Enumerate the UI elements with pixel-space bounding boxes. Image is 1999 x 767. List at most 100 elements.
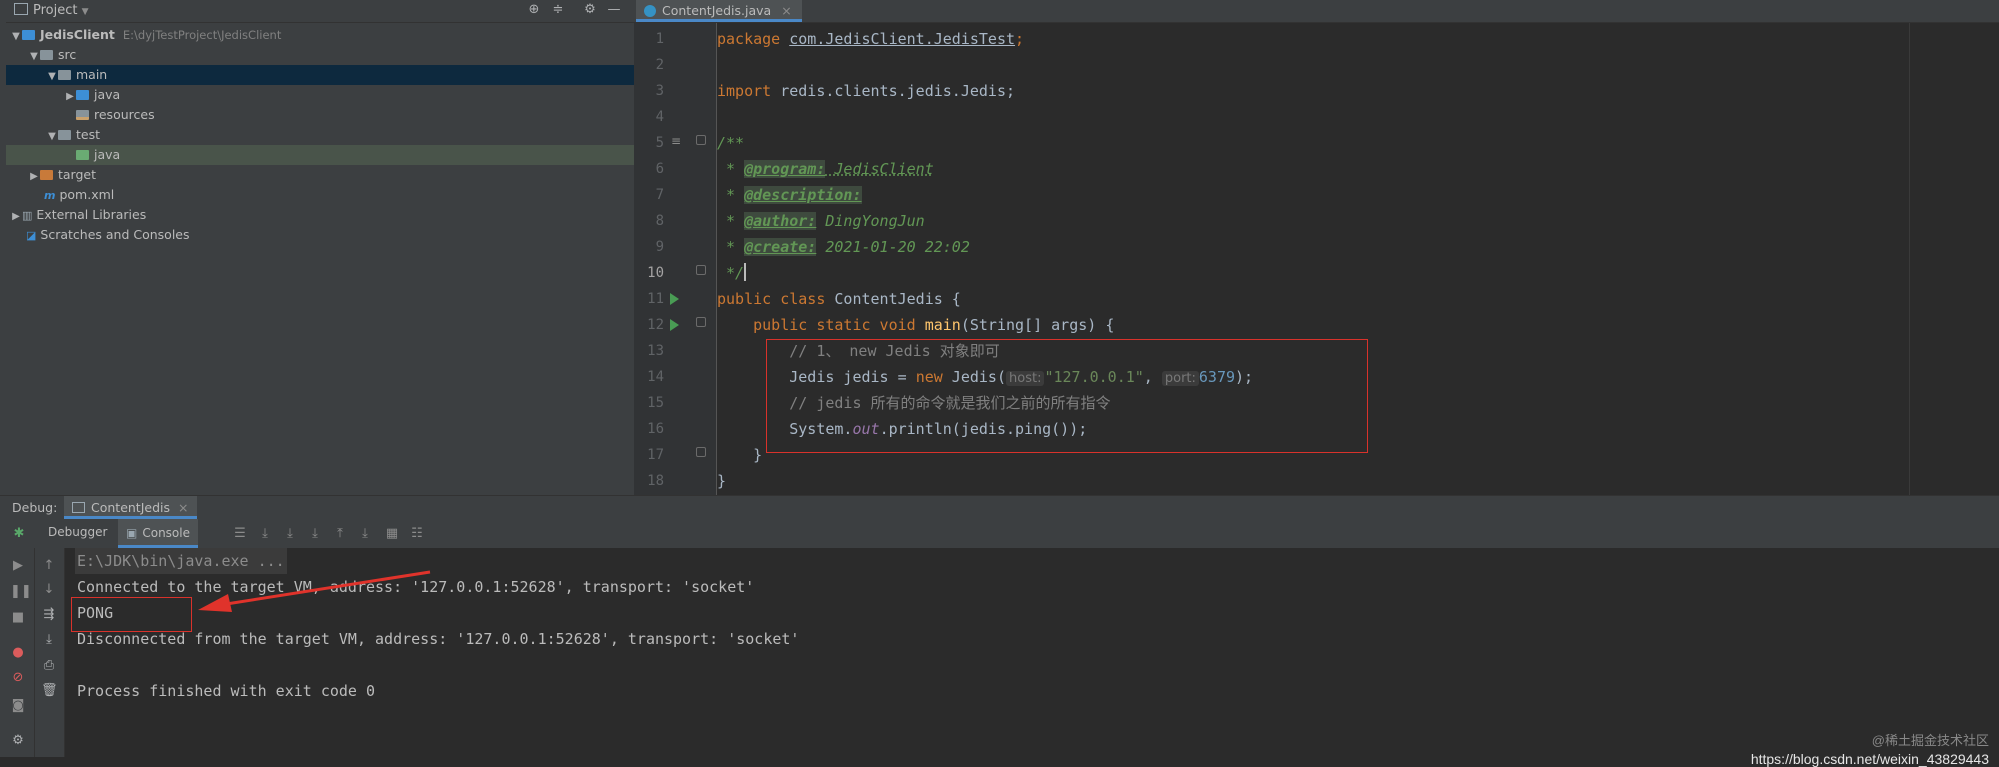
editor-tab-bar: ContentJedis.java × bbox=[634, 0, 1999, 23]
code-line-1: package com.JedisClient.JedisTest; bbox=[717, 30, 1025, 48]
camera-icon[interactable]: ◙ bbox=[10, 698, 26, 714]
line-number: 10 bbox=[647, 265, 664, 281]
code-line-10: */ bbox=[717, 263, 747, 282]
evaluate-expression-icon[interactable]: ▦ bbox=[384, 526, 400, 542]
locate-icon[interactable]: ⊕ bbox=[526, 2, 542, 18]
source-folder-icon bbox=[76, 90, 89, 100]
line-number: 5 bbox=[655, 135, 664, 151]
close-icon[interactable]: × bbox=[178, 500, 188, 515]
soft-wrap-icon[interactable]: ⇶ bbox=[41, 607, 57, 623]
editor-tab-contentjedis[interactable]: ContentJedis.java × bbox=[636, 0, 802, 22]
project-panel-title[interactable]: Project ▼ bbox=[14, 3, 89, 18]
code-line-18: } bbox=[717, 472, 727, 490]
folder-icon bbox=[58, 70, 71, 80]
resources-folder-icon bbox=[76, 110, 89, 120]
code-line-17: } bbox=[753, 446, 763, 464]
collapse-all-icon[interactable]: ≑ bbox=[550, 2, 566, 18]
maven-file-icon: m bbox=[44, 189, 56, 202]
expand-icon: ▼ bbox=[30, 51, 38, 62]
expand-icon: ▼ bbox=[48, 131, 56, 142]
line-number: 6 bbox=[655, 161, 664, 177]
code-line-7: * @description: bbox=[717, 186, 862, 204]
line-number: 2 bbox=[655, 57, 664, 73]
annotation-arrow bbox=[198, 570, 431, 612]
line-number: 4 bbox=[655, 109, 664, 125]
debug-header: Debug: ContentJedis × bbox=[0, 495, 1999, 520]
javadoc-render-icon[interactable]: ≡ bbox=[671, 134, 681, 148]
tree-item-resources[interactable]: resources bbox=[6, 105, 704, 125]
line-number: 18 bbox=[647, 473, 664, 489]
watermark: @稀土掘金技术社区 https://blog.csdn.net/weixin_4… bbox=[1750, 733, 1989, 767]
fold-icon[interactable] bbox=[696, 265, 706, 275]
tree-item-external-libraries[interactable]: ▶ ▥ External Libraries bbox=[6, 205, 638, 225]
line-number: 17 bbox=[647, 447, 664, 463]
gear-icon[interactable]: ⚙ bbox=[582, 2, 598, 18]
step-out-icon[interactable]: ⤒ bbox=[332, 526, 348, 542]
tab-debugger[interactable]: Debugger bbox=[48, 525, 107, 539]
project-panel: Project ▼ ⊕ ≑ ⚙ — ▼ JedisClient E:\dyjTest… bbox=[6, 0, 704, 495]
tree-item-test-java[interactable]: java bbox=[6, 145, 704, 165]
console-action-strip: ↑ ↓ ⇶ ⤓ ⎙ 🗑 bbox=[35, 548, 65, 757]
run-to-cursor-icon[interactable]: ⤓ bbox=[357, 526, 373, 542]
down-arrow-icon[interactable]: ↓ bbox=[41, 582, 57, 598]
run-main-icon[interactable] bbox=[670, 319, 679, 331]
line-number: 13 bbox=[647, 343, 664, 359]
console-line: Process finished with exit code 0 bbox=[77, 682, 376, 700]
trash-icon[interactable]: 🗑 bbox=[41, 683, 58, 699]
minimize-icon[interactable]: — bbox=[606, 2, 622, 18]
stop-icon[interactable]: ■ bbox=[10, 610, 26, 626]
code-line-12: public static void main(String[] args) { bbox=[753, 316, 1115, 334]
scroll-to-end-icon[interactable]: ⤓ bbox=[41, 632, 57, 648]
tree-item-test[interactable]: ▼ test bbox=[6, 125, 674, 145]
tree-item-module[interactable]: ▼ JedisClient E:\dyjTestProject\JedisClien… bbox=[6, 25, 638, 45]
mute-breakpoints-icon[interactable]: ⊘ bbox=[10, 670, 26, 686]
close-icon[interactable]: × bbox=[781, 3, 791, 18]
library-icon: ▥ bbox=[22, 209, 33, 222]
line-number: 11 bbox=[647, 291, 664, 307]
step-into-icon[interactable]: ⤓ bbox=[282, 526, 298, 542]
annotation-arrow-head bbox=[198, 594, 232, 612]
right-margin-guide bbox=[1909, 23, 1910, 495]
scratches-icon: ◪ bbox=[26, 229, 37, 242]
fold-icon[interactable] bbox=[696, 135, 706, 145]
java-class-icon bbox=[72, 502, 85, 513]
tree-item-main[interactable]: ▼ main bbox=[6, 65, 674, 85]
editor-gutter: 1 2 3 4 5 6 7 8 9 10 11 12 13 14 15 16 1… bbox=[634, 23, 717, 495]
code-line-9: * @create: 2021-01-20 22:02 bbox=[717, 238, 970, 256]
view-breakpoints-icon[interactable]: ● bbox=[10, 645, 26, 661]
step-over-icon[interactable]: ⤓ bbox=[257, 526, 273, 542]
annotation-arrow-shaft bbox=[219, 570, 431, 607]
gear-icon[interactable]: ⚙ bbox=[10, 733, 26, 749]
pong-highlight-box bbox=[71, 597, 192, 632]
up-arrow-icon[interactable]: ↑ bbox=[41, 558, 57, 574]
line-number: 1 bbox=[655, 31, 664, 47]
debug-session-tab[interactable]: ContentJedis × bbox=[64, 496, 197, 519]
collapsed-icon: ▶ bbox=[30, 171, 38, 182]
tree-item-src[interactable]: ▼ src bbox=[6, 45, 656, 65]
resume-icon[interactable]: ❚❚ bbox=[10, 584, 32, 600]
code-line-5: /** bbox=[717, 134, 745, 152]
force-step-into-icon[interactable]: ⤓ bbox=[307, 526, 323, 542]
project-panel-header: Project ▼ ⊕ ≑ ⚙ — bbox=[6, 0, 634, 23]
tree-item-pom[interactable]: m pom.xml bbox=[6, 185, 672, 205]
trace-icon[interactable]: ☷ bbox=[409, 526, 425, 542]
line-number: 14 bbox=[647, 369, 664, 385]
fold-icon[interactable] bbox=[696, 447, 706, 457]
code-line-8: * @author: DingYongJun bbox=[717, 212, 925, 230]
debug-label: Debug: bbox=[12, 500, 58, 515]
tree-item-target[interactable]: ▶ target bbox=[6, 165, 656, 185]
rerun-icon[interactable]: ▶ bbox=[10, 558, 26, 574]
java-class-icon bbox=[644, 5, 656, 17]
print-icon[interactable]: ⎙ bbox=[41, 658, 57, 674]
tree-item-scratches[interactable]: ◪ Scratches and Consoles bbox=[6, 225, 654, 245]
show-execution-point-icon[interactable]: ☰ bbox=[232, 526, 248, 542]
fold-icon[interactable] bbox=[696, 317, 706, 327]
line-number: 7 bbox=[655, 187, 664, 203]
tab-console[interactable]: ▣ Console bbox=[118, 519, 198, 548]
run-class-icon[interactable] bbox=[670, 293, 679, 305]
line-number: 8 bbox=[655, 213, 664, 229]
chevron-down-icon: ▼ bbox=[81, 7, 89, 17]
folder-icon bbox=[40, 50, 53, 60]
bug-icon: ✱ bbox=[13, 526, 25, 541]
tree-item-main-java[interactable]: ▶ java bbox=[6, 85, 692, 105]
